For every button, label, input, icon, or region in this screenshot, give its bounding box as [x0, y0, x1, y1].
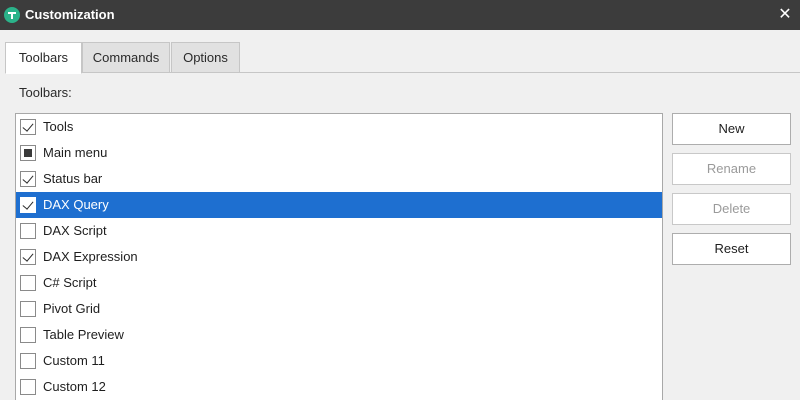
new-button[interactable]: New: [672, 113, 791, 145]
app-logo-icon: [4, 7, 20, 23]
check-icon: [22, 198, 34, 210]
toolbar-list-item-label: Status bar: [43, 171, 103, 186]
toolbar-list-item-label: Pivot Grid: [43, 301, 101, 316]
toolbar-list-item[interactable]: Table Preview: [16, 322, 662, 348]
toolbar-checkbox[interactable]: [20, 171, 36, 187]
tab-options[interactable]: Options: [171, 42, 240, 73]
toolbar-list-item[interactable]: C# Script: [16, 270, 662, 296]
tab-toolbars[interactable]: Toolbars: [5, 42, 82, 74]
tab-commands[interactable]: Commands: [82, 42, 170, 73]
toolbar-list-item-label: C# Script: [43, 275, 97, 290]
toolbar-list-item[interactable]: DAX Expression: [16, 244, 662, 270]
toolbar-list-item[interactable]: Tools: [16, 114, 662, 140]
toolbars-heading: Toolbars:: [19, 85, 72, 100]
toolbar-list-item[interactable]: Custom 11: [16, 348, 662, 374]
toolbar-checkbox[interactable]: [20, 353, 36, 369]
check-icon: [22, 120, 34, 132]
toolbar-list-item[interactable]: Custom 12: [16, 374, 662, 400]
toolbars-list[interactable]: Tools Main menu Status bar DAX Query DAX Scr…: [15, 113, 663, 400]
toolbar-checkbox[interactable]: [20, 275, 36, 291]
toolbar-list-item[interactable]: Pivot Grid: [16, 296, 662, 322]
close-icon[interactable]: ✕: [770, 0, 800, 30]
toolbar-list-item[interactable]: Status bar: [16, 166, 662, 192]
toolbar-checkbox[interactable]: [20, 379, 36, 395]
toolbar-list-item-label: DAX Query: [43, 197, 109, 212]
toolbar-checkbox[interactable]: [20, 119, 36, 135]
toolbar-list-item-label: Table Preview: [43, 327, 124, 342]
toolbar-list-item[interactable]: Main menu: [16, 140, 662, 166]
check-icon: [22, 250, 34, 262]
toolbar-list-item[interactable]: DAX Script: [16, 218, 662, 244]
delete-button[interactable]: Delete: [672, 193, 791, 225]
window-title: Customization: [25, 7, 115, 22]
title-bar: Customization ✕: [0, 0, 800, 30]
toolbar-checkbox[interactable]: [20, 249, 36, 265]
toolbar-checkbox[interactable]: [20, 327, 36, 343]
indeterminate-icon: [24, 149, 32, 157]
toolbar-checkbox[interactable]: [20, 197, 36, 213]
toolbar-list-item[interactable]: DAX Query: [16, 192, 662, 218]
toolbar-list-item-label: Main menu: [43, 145, 108, 160]
toolbar-checkbox[interactable]: [20, 301, 36, 317]
toolbar-list-item-label: Tools: [43, 119, 74, 134]
toolbar-list-item-label: Custom 11: [43, 353, 105, 368]
toolbar-checkbox[interactable]: [20, 223, 36, 239]
toolbar-list-item-label: DAX Script: [43, 223, 107, 238]
toolbar-list-item-label: DAX Expression: [43, 249, 138, 264]
reset-button[interactable]: Reset: [672, 233, 791, 265]
check-icon: [22, 172, 34, 184]
toolbar-list-item-label: Custom 12: [43, 379, 106, 394]
toolbar-checkbox[interactable]: [20, 145, 36, 161]
rename-button[interactable]: Rename: [672, 153, 791, 185]
